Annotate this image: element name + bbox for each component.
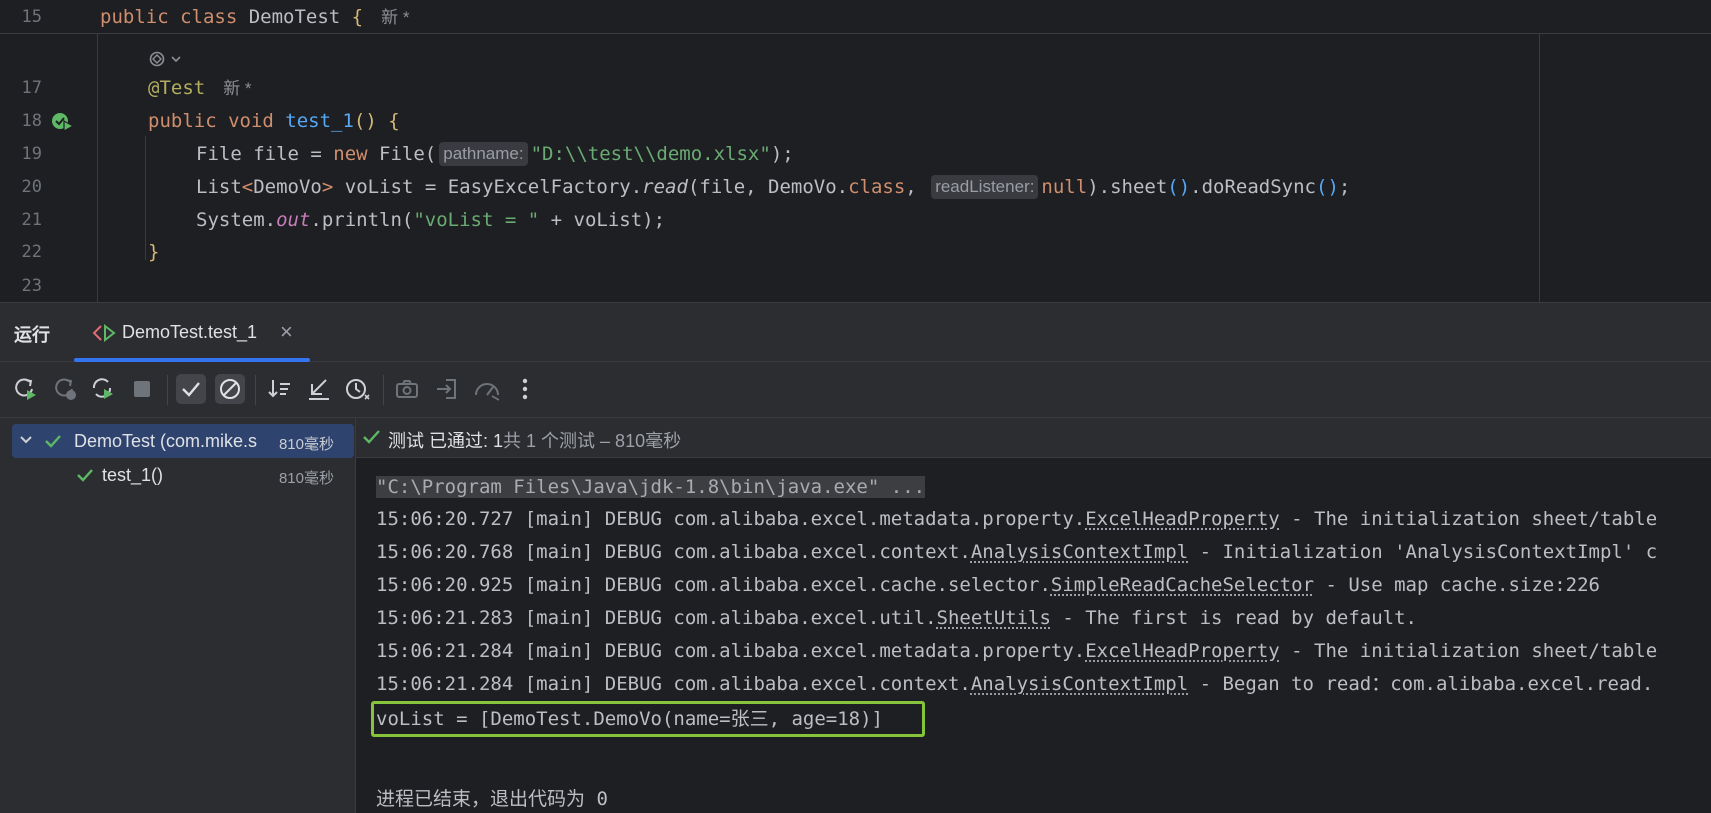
code-text: } (148, 241, 160, 263)
code-text: public class DemoTest {新 * (100, 6, 410, 28)
line-number: 21 (21, 210, 42, 230)
passed-check-icon (76, 467, 94, 488)
line-number: 17 (21, 78, 42, 98)
show-ignored-icon[interactable] (215, 374, 245, 404)
class-link: ExcelHeadProperty (1085, 640, 1280, 662)
tree-item-test1[interactable]: test_1() 810毫秒 (12, 458, 354, 492)
line-number: 20 (21, 177, 42, 197)
exit-code-line: 进程已结束，退出代码为 0 (376, 788, 608, 810)
code-line-15[interactable]: 15 public class DemoTest {新 * (0, 1, 1711, 33)
passed-check-icon (44, 433, 62, 454)
code-line-23[interactable]: 23 (0, 270, 1711, 302)
collapse-all-icon[interactable] (304, 374, 334, 404)
result-line: voList = [DemoTest.DemoVo(name=张三, age=1… (376, 708, 883, 730)
code-text: public void test_1() { (148, 110, 400, 132)
code-line-21[interactable]: 21 System.out.println("voList = " + voLi… (0, 204, 1711, 236)
code-text: @Test 新 * (148, 77, 252, 99)
run-toolbar (0, 362, 1711, 418)
author-hint: 新 * (381, 8, 410, 27)
rerun-icon[interactable] (10, 374, 40, 404)
import-tests-icon[interactable] (432, 374, 462, 404)
passed-check-icon (362, 428, 382, 451)
test-config-icon (92, 323, 116, 347)
coverage-icon[interactable] (472, 374, 502, 404)
chevron-down-icon[interactable] (18, 432, 34, 453)
stop-icon[interactable] (127, 374, 157, 404)
passed-count: 1 (493, 431, 504, 451)
test-status-bar: 测试 已通过: 1共 1 个测试 – 810毫秒 (356, 418, 1711, 458)
log-line: 15:06:20.727 [main] DEBUG com.alibaba.ex… (376, 508, 1658, 530)
parameter-hint-readlistener: readListener: (931, 175, 1039, 199)
tab-label: DemoTest.test_1 (122, 322, 258, 342)
toolbar-divider (167, 375, 168, 405)
class-link: AnalysisContextImpl (970, 673, 1189, 695)
line-number: 15 (21, 7, 42, 27)
run-tool-window-title: 运行 (14, 325, 50, 345)
more-options-icon[interactable] (510, 374, 540, 404)
toolbar-divider (383, 375, 384, 405)
run-test-gutter-icon[interactable] (50, 111, 75, 138)
log-line: 15:06:21.284 [main] DEBUG com.alibaba.ex… (376, 640, 1658, 662)
code-line-20[interactable]: 20 List<DemoVo> voList = EasyExcelFactor… (0, 171, 1711, 203)
log-line: 15:06:20.925 [main] DEBUG com.alibaba.ex… (376, 574, 1600, 596)
line-number: 19 (21, 144, 42, 164)
code-line-18[interactable]: 18 public void test_1() { (0, 105, 1711, 137)
line-number: 23 (21, 276, 42, 296)
duration-label: 810毫秒 (278, 470, 334, 487)
log-line: 15:06:21.283 [main] DEBUG com.alibaba.ex… (376, 607, 1417, 629)
line-number: 18 (21, 111, 42, 131)
show-passed-icon[interactable] (176, 374, 206, 404)
line-number: 22 (21, 242, 42, 262)
code-line-22[interactable]: 22 } (0, 236, 1711, 268)
code-text: File file = new File(pathname: "D:\\test\… (196, 142, 794, 166)
code-text: System.out.println("voList = " + voList)… (196, 209, 666, 231)
tree-item-label: DemoTest (com.mike.s (74, 431, 258, 451)
camera-icon[interactable] (392, 374, 422, 404)
code-line-17[interactable]: 17 @Test 新 * (0, 72, 1711, 104)
ai-assistant-icon[interactable] (147, 48, 187, 75)
test-status-text: 测试 已通过: 1共 1 个测试 – 810毫秒 (388, 431, 682, 451)
toolbar-divider (255, 375, 256, 405)
code-line-19[interactable]: 19 File file = new File(pathname: "D:\\te… (0, 138, 1711, 170)
code-text: List<DemoVo> voList = EasyExcelFactory.r… (196, 175, 1351, 199)
test-results-tree[interactable]: DemoTest (com.mike.s 810毫秒 test_1() 810毫… (0, 418, 356, 813)
test-history-icon[interactable] (343, 374, 373, 404)
log-line: 15:06:20.768 [main] DEBUG com.alibaba.ex… (376, 541, 1658, 563)
parameter-hint-pathname: pathname: (439, 142, 528, 166)
tree-item-demotest[interactable]: DemoTest (com.mike.s 810毫秒 (12, 424, 354, 458)
run-tab-demotest-test1[interactable]: DemoTest.test_1 × (74, 303, 310, 362)
log-line: 15:06:21.284 [main] DEBUG com.alibaba.ex… (376, 673, 1654, 695)
tree-item-label: test_1() (102, 465, 164, 485)
author-hint: 新 * (223, 79, 252, 98)
console-output[interactable]: 测试 已通过: 1共 1 个测试 – 810毫秒 "C:\Program Fil… (356, 418, 1711, 813)
command-line[interactable]: "C:\Program Files\Java\jdk-1.8\bin\java.… (376, 472, 926, 502)
rerun-failed-icon[interactable] (50, 374, 80, 404)
run-tool-window-header: 运行 DemoTest.test_1 × (0, 302, 1711, 362)
class-link: AnalysisContextImpl (970, 541, 1189, 563)
duration-label: 810毫秒 (278, 436, 334, 453)
class-link: ExcelHeadProperty (1085, 508, 1280, 530)
code-editor[interactable]: 15 public class DemoTest {新 * 17 @Test 新 … (0, 0, 1711, 302)
toggle-auto-test-icon[interactable] (88, 374, 118, 404)
sort-icon[interactable] (265, 374, 295, 404)
test-summary: 共 1 个测试 – 810毫秒 (503, 431, 682, 451)
class-link: SimpleReadCacheSelector (1050, 574, 1315, 596)
close-icon[interactable]: × (280, 319, 293, 345)
class-link: SheetUtils (936, 607, 1051, 629)
